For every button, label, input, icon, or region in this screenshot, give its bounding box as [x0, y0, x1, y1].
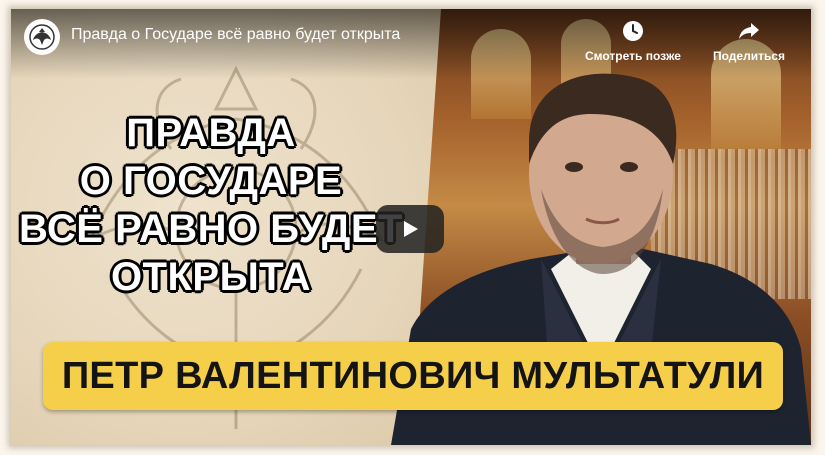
share-label: Поделиться: [712, 49, 786, 63]
channel-avatar[interactable]: [24, 19, 60, 55]
thumbnail-title-line-4: ОТКРЫТА: [110, 255, 312, 299]
thumbnail-title-line-2: О ГОСУДАРЕ: [79, 159, 343, 203]
watch-later-label: Смотреть позже: [585, 49, 681, 63]
thumbnail-title-line-3: ВСЁ РАВНО БУДЕТ: [19, 207, 403, 251]
thumbnail-title-line-1: ПРАВДА: [126, 111, 296, 155]
speaker-name-banner: ПЕТР ВАЛЕНТИНОВИЧ МУЛЬТАТУЛИ: [43, 342, 783, 410]
play-button[interactable]: [376, 205, 444, 253]
share-button[interactable]: Поделиться: [699, 19, 799, 63]
speaker-name: ПЕТР ВАЛЕНТИНОВИЧ МУЛЬТАТУЛИ: [61, 354, 765, 397]
watch-later-button[interactable]: Смотреть позже: [583, 19, 683, 63]
watch-later-clock-icon: [623, 21, 643, 41]
channel-emblem-icon: [29, 24, 55, 50]
video-title-link[interactable]: Правда о Государе всё равно будет открыт…: [71, 26, 400, 44]
play-icon: [404, 221, 418, 237]
share-arrow-icon: [739, 23, 759, 39]
player-top-bar: [11, 9, 811, 79]
video-player[interactable]: ПРАВДА О ГОСУДАРЕ ВСЁ РАВНО БУДЕТ ОТКРЫТ…: [10, 8, 812, 446]
